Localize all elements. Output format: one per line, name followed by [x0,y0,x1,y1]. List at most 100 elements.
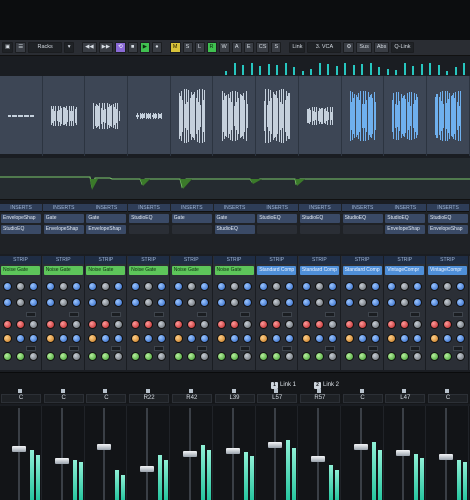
strip-header[interactable]: STRIP [0,256,41,264]
racks-grid-icon[interactable]: ☰ [15,42,27,53]
strip-knob[interactable] [71,334,81,343]
strip-header[interactable]: STRIP [256,256,298,264]
strip-knob[interactable] [3,298,12,307]
rewind-button[interactable]: ◀◀ [82,42,97,53]
strip-knob[interactable] [285,320,295,329]
inserts-header[interactable]: INSERTS [170,204,213,212]
strip-knob[interactable] [400,320,410,329]
fader-handle[interactable] [396,450,411,456]
strip-knob[interactable] [272,352,282,361]
link-button[interactable]: Link [289,42,306,53]
strip-knob[interactable] [114,352,124,361]
strip-knob[interactable] [186,282,196,291]
strip-knob[interactable] [216,320,226,329]
strip-knob[interactable] [173,282,183,291]
strip-knob[interactable] [131,352,141,361]
inserts-header[interactable]: INSERTS [85,204,128,212]
strip-knob[interactable] [301,334,311,343]
inserts-header[interactable]: INSERTS [42,204,85,212]
strip-knob[interactable] [229,320,239,329]
strip-module-label[interactable]: Noise Gate [1,266,40,275]
strip-knob[interactable] [327,298,337,307]
track-clip[interactable] [342,76,385,156]
strip-knob[interactable] [114,334,124,343]
strip-knob[interactable] [285,298,295,307]
track-clip[interactable] [384,76,427,156]
strip-knob[interactable] [173,298,183,307]
strip-knob[interactable] [71,282,81,291]
strip-knob[interactable] [456,282,465,291]
track-clip[interactable] [85,76,129,156]
strip-knob[interactable] [173,352,183,361]
insert-slot[interactable]: Gate [171,214,212,223]
strip-knob[interactable] [88,320,98,329]
strip-module-label[interactable]: VintageCompr [428,266,467,275]
a-button[interactable]: A [231,42,242,53]
pan-display[interactable]: C [1,394,41,403]
strip-knob[interactable] [101,320,111,329]
strip-knob[interactable] [186,334,196,343]
insert-slot[interactable]: Gate [43,214,84,223]
strip-knob[interactable] [327,282,337,291]
stop-button[interactable]: ■ [127,42,138,53]
strip-knob[interactable] [16,298,25,307]
mini-button[interactable] [26,312,36,317]
strip-knob[interactable] [443,334,452,343]
pan-display[interactable]: C [428,394,468,403]
strip-header[interactable]: STRIP [170,256,212,264]
strip-knob[interactable] [45,334,55,343]
strip-knob[interactable] [314,282,324,291]
strip-knob[interactable] [370,320,380,329]
strip-knob[interactable] [242,352,252,361]
strip-knob[interactable] [301,298,311,307]
strip-knob[interactable] [272,282,282,291]
strip-knob[interactable] [272,320,282,329]
strip-knob[interactable] [29,298,38,307]
insert-slot[interactable]: StudioEQ [299,214,340,223]
strip-knob[interactable] [259,282,269,291]
strip-knob[interactable] [114,282,124,291]
forward-button[interactable]: ▶▶ [98,42,114,53]
strip-knob[interactable] [58,298,68,307]
strip-knob[interactable] [430,352,439,361]
strip-knob[interactable] [430,298,439,307]
strip-header[interactable]: STRIP [427,256,468,264]
mini-button[interactable] [282,312,293,317]
strip-knob[interactable] [242,282,252,291]
strip-knob[interactable] [58,320,68,329]
strip-knob[interactable] [387,334,397,343]
fader-handle[interactable] [439,454,453,460]
strip-knob[interactable] [357,298,367,307]
strip-knob[interactable] [301,282,311,291]
insert-slot[interactable]: Gate [214,214,255,223]
strip-knob[interactable] [229,298,239,307]
insert-slot[interactable]: StudioEQ [385,214,426,223]
strip-knob[interactable] [144,334,154,343]
mini-button[interactable] [196,346,207,351]
insert-slot[interactable]: Gate [86,214,127,223]
strip-knob[interactable] [344,352,354,361]
chevron-down-icon[interactable]: ▾ [64,42,75,53]
insert-slot[interactable] [171,225,212,234]
strip-knob[interactable] [199,334,209,343]
strip-module-label[interactable]: Noise Gate [171,266,211,275]
strip-knob[interactable] [16,352,25,361]
mini-button[interactable] [239,346,250,351]
strip-knob[interactable] [71,352,81,361]
track-clip[interactable] [171,76,214,156]
strip-knob[interactable] [3,282,12,291]
fader-handle[interactable] [54,458,69,464]
mini-button[interactable] [196,312,207,317]
strip-knob[interactable] [400,282,410,291]
strip-knob[interactable] [114,298,124,307]
strip-knob[interactable] [400,352,410,361]
track-clip[interactable] [427,76,470,156]
window-menu-button[interactable]: ▣ [2,42,14,53]
fader-handle[interactable] [225,448,240,454]
strip-knob[interactable] [413,352,423,361]
strip-knob[interactable] [285,352,295,361]
fader-handle[interactable] [268,442,283,448]
strip-knob[interactable] [314,334,324,343]
strip-knob[interactable] [88,298,98,307]
strip-knob[interactable] [327,352,337,361]
